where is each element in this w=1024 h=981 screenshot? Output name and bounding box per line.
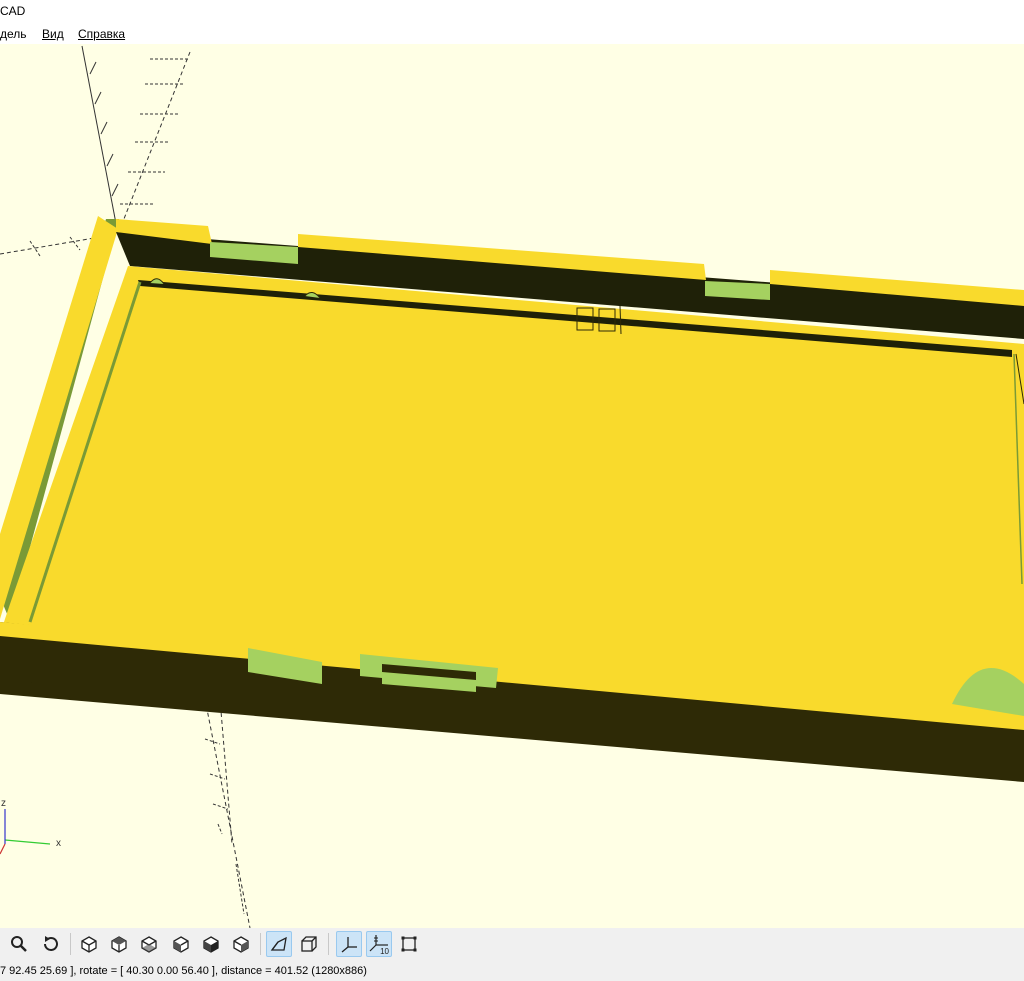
show-axes-button[interactable] bbox=[336, 931, 362, 957]
status-bar: 7 92.45 25.69 ], rotate = [ 40.30 0.00 5… bbox=[0, 960, 1024, 981]
menu-model[interactable]: дель bbox=[0, 27, 27, 41]
x-axis-label: x bbox=[56, 838, 61, 849]
menu-bar: дель Вид Справка bbox=[0, 22, 1024, 44]
lower-tick-marks bbox=[204, 738, 245, 915]
view-right-icon bbox=[81, 936, 97, 953]
view-bottom-icon bbox=[141, 936, 157, 953]
reset-view-icon bbox=[44, 936, 58, 951]
3d-viewport[interactable]: x z bbox=[0, 44, 1024, 928]
toolbar-separator-2 bbox=[260, 933, 261, 955]
axes-icon bbox=[341, 937, 357, 953]
menu-view[interactable]: Вид bbox=[42, 27, 64, 41]
view-left-icon bbox=[173, 936, 189, 953]
toolbar-separator bbox=[70, 933, 71, 955]
menu-view-label: Вид bbox=[42, 27, 64, 41]
z-axis-dashed bbox=[117, 51, 191, 235]
show-scale-markers-button[interactable]: 10 bbox=[366, 931, 392, 957]
view-right-button[interactable] bbox=[76, 931, 102, 957]
lower-axis-dashed bbox=[204, 698, 251, 928]
model-render: x z bbox=[0, 45, 1024, 928]
orthogonal-icon bbox=[301, 936, 317, 952]
show-edges-button[interactable] bbox=[396, 931, 422, 957]
menu-model-label: дель bbox=[0, 27, 27, 41]
magnifier-icon bbox=[11, 936, 27, 952]
view-back-icon bbox=[233, 936, 249, 953]
y-tick-marks bbox=[29, 236, 81, 257]
y-axis-line-indicator bbox=[0, 843, 6, 855]
menu-help[interactable]: Справка bbox=[78, 27, 125, 41]
view-bottom-button[interactable] bbox=[136, 931, 162, 957]
zoom-in-button[interactable] bbox=[6, 931, 32, 957]
reset-view-button[interactable] bbox=[38, 931, 64, 957]
view-top-button[interactable] bbox=[106, 931, 132, 957]
view-left-button[interactable] bbox=[168, 931, 194, 957]
status-text: 7 92.45 25.69 ], rotate = [ 40.30 0.00 5… bbox=[0, 965, 367, 977]
window-title: CAD bbox=[0, 4, 26, 18]
perspective-icon bbox=[270, 936, 287, 951]
view-toolbar: 10 bbox=[0, 928, 1024, 960]
axis-indicator: x z bbox=[0, 798, 61, 855]
x-axis-line bbox=[4, 839, 51, 845]
z-axis-label: z bbox=[1, 798, 6, 809]
z-axis-ticks bbox=[89, 61, 119, 197]
z-axis-line bbox=[81, 45, 119, 235]
z-tick-marks bbox=[120, 58, 190, 205]
view-top-icon bbox=[111, 936, 127, 953]
scale-markers-text: 10 bbox=[380, 947, 389, 956]
title-bar: CAD bbox=[0, 0, 1024, 22]
menu-help-label: Справка bbox=[78, 27, 126, 41]
perspective-button[interactable] bbox=[266, 931, 292, 957]
view-back-button[interactable] bbox=[228, 931, 254, 957]
view-front-icon bbox=[203, 936, 219, 953]
edges-icon bbox=[401, 936, 417, 952]
lower-axis-dashed-2 bbox=[219, 698, 233, 845]
orthogonal-button[interactable] bbox=[296, 931, 322, 957]
toolbar-separator-3 bbox=[328, 933, 329, 955]
view-front-button[interactable] bbox=[198, 931, 224, 957]
